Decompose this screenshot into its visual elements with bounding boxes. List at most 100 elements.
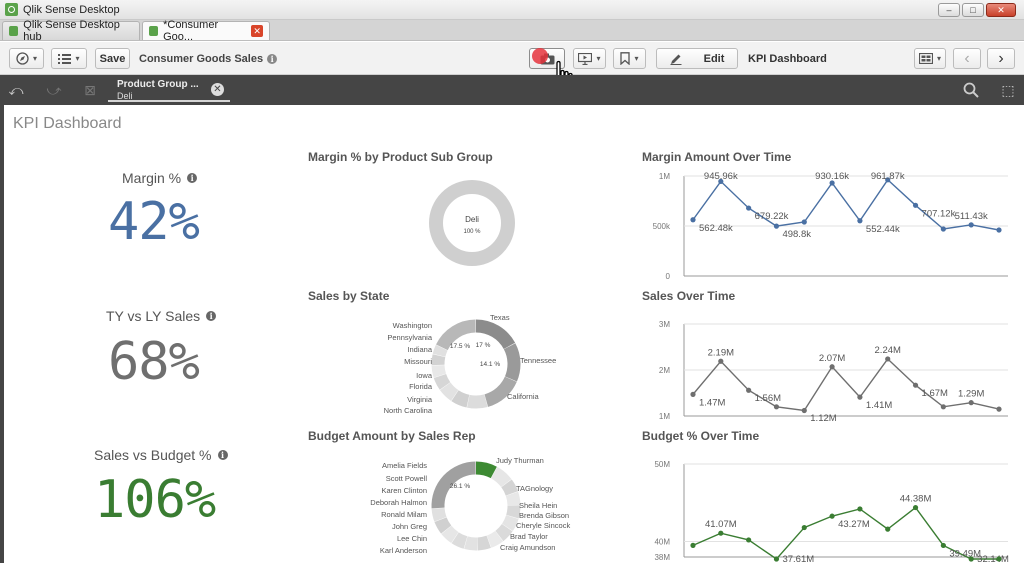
maximize-button[interactable]: □ bbox=[962, 3, 984, 17]
global-menu-button[interactable]: ▾ bbox=[51, 48, 87, 69]
data-point[interactable] bbox=[857, 218, 863, 224]
smart-search-selection-icon[interactable]: ⬚ bbox=[999, 81, 1017, 99]
donut-slice[interactable] bbox=[432, 344, 448, 357]
slice-label: Tennessee bbox=[520, 356, 556, 365]
margin-over-time-chart[interactable]: 0 500k 1M 562.48k 945.96k 679.22k 498.8k 930.16… bbox=[642, 170, 1014, 282]
data-point[interactable] bbox=[829, 364, 835, 370]
donut-slice[interactable] bbox=[431, 507, 447, 522]
data-point[interactable] bbox=[690, 217, 696, 223]
kpi-margin-label: Margin % i bbox=[122, 170, 198, 186]
kpi-sales-label: TY vs LY Sales i bbox=[106, 308, 217, 324]
data-point[interactable] bbox=[801, 219, 807, 225]
tab-hub[interactable]: Qlik Sense Desktop hub bbox=[2, 19, 140, 43]
donut-slice[interactable] bbox=[475, 461, 497, 479]
tab-consumer-goods[interactable]: *Consumer Goo... ✕ bbox=[142, 19, 270, 43]
minimize-button[interactable]: – bbox=[938, 3, 960, 17]
data-point[interactable] bbox=[773, 404, 780, 410]
data-point[interactable] bbox=[885, 356, 891, 362]
donut-slice[interactable] bbox=[434, 517, 452, 534]
data-point[interactable] bbox=[996, 556, 1002, 562]
data-point[interactable] bbox=[940, 404, 946, 410]
donut-slice[interactable] bbox=[495, 523, 513, 542]
donut-slice[interactable] bbox=[433, 373, 451, 390]
sales-over-time-chart[interactable]: 1M 2M 3M 1.47M 2.19M 1.56M 1.12M 2.07M 1.41M 2.24… bbox=[642, 318, 1014, 422]
data-point[interactable] bbox=[690, 542, 696, 548]
donut-slice[interactable] bbox=[501, 479, 519, 496]
sheet-title: KPI Dashboard bbox=[13, 115, 122, 132]
info-icon[interactable]: i bbox=[217, 450, 228, 460]
step-forward-icon[interactable]: ⤻ bbox=[45, 81, 63, 99]
sales-by-state-chart[interactable]: Washington Pennsylvania Indiana Missouri Iow… bbox=[370, 308, 580, 420]
donut-slice[interactable] bbox=[486, 530, 504, 548]
y-tick-label: 2M bbox=[659, 366, 670, 375]
data-point[interactable] bbox=[968, 400, 974, 406]
next-sheet-button[interactable]: › bbox=[987, 48, 1015, 69]
info-icon[interactable]: i bbox=[187, 173, 198, 183]
info-icon[interactable]: i bbox=[267, 54, 278, 64]
data-point[interactable] bbox=[912, 202, 919, 208]
donut-slice[interactable] bbox=[464, 536, 478, 551]
data-label: 1.47M bbox=[699, 397, 725, 408]
data-label: 562.48k bbox=[699, 223, 733, 234]
data-point[interactable] bbox=[968, 556, 974, 562]
data-label: 1.56M bbox=[755, 393, 781, 404]
navigation-menu-button[interactable]: ▾ bbox=[9, 48, 44, 69]
data-point[interactable] bbox=[690, 391, 696, 397]
selection-clear-icon[interactable]: ✕ bbox=[211, 83, 224, 96]
search-icon[interactable] bbox=[963, 82, 979, 98]
data-point[interactable] bbox=[773, 223, 780, 229]
bookmarks-button[interactable]: ▾ bbox=[613, 48, 646, 69]
data-point[interactable] bbox=[857, 394, 863, 400]
step-back-icon[interactable]: ⤺ bbox=[7, 81, 25, 99]
data-point[interactable] bbox=[857, 506, 863, 512]
data-point[interactable] bbox=[940, 226, 946, 232]
data-point[interactable] bbox=[912, 382, 919, 388]
data-point[interactable] bbox=[801, 524, 807, 531]
donut-slice[interactable] bbox=[501, 514, 519, 531]
qlik-tab-icon bbox=[9, 26, 19, 36]
clear-all-selections-icon[interactable]: ⊠ bbox=[81, 81, 99, 99]
sheets-button[interactable]: ▾ bbox=[914, 48, 946, 69]
info-icon[interactable]: i bbox=[206, 311, 217, 321]
data-point[interactable] bbox=[718, 358, 724, 364]
donut-slice[interactable] bbox=[503, 343, 521, 382]
data-point[interactable] bbox=[996, 227, 1002, 233]
data-point[interactable] bbox=[912, 504, 919, 511]
save-button[interactable]: Save bbox=[95, 48, 130, 69]
data-point[interactable] bbox=[968, 222, 974, 228]
donut-slice[interactable] bbox=[451, 532, 468, 549]
presentation-button[interactable]: ▾ bbox=[573, 48, 606, 69]
data-point[interactable] bbox=[718, 530, 724, 536]
close-window-button[interactable]: ✕ bbox=[986, 3, 1016, 17]
selection-chip[interactable]: Product Group ... Deli ✕ bbox=[108, 77, 230, 102]
data-point[interactable] bbox=[773, 556, 780, 562]
data-point[interactable] bbox=[885, 526, 891, 532]
donut-slice[interactable] bbox=[431, 364, 447, 378]
previous-sheet-button[interactable]: ‹ bbox=[953, 48, 981, 69]
donut-slice[interactable] bbox=[490, 466, 512, 488]
donut-slice[interactable] bbox=[451, 390, 470, 408]
data-point[interactable] bbox=[746, 205, 752, 211]
data-point[interactable] bbox=[940, 542, 946, 549]
donut-slice[interactable] bbox=[431, 354, 446, 366]
donut-slice[interactable] bbox=[466, 394, 488, 409]
budget-by-rep-chart[interactable]: Amelia Fields Scott Powell Karen Clinton De… bbox=[370, 450, 585, 560]
kpi-budget-value: 106% bbox=[94, 470, 216, 530]
data-point[interactable] bbox=[746, 537, 752, 543]
data-point[interactable] bbox=[746, 387, 752, 393]
data-point[interactable] bbox=[801, 407, 807, 414]
tab-close-icon[interactable]: ✕ bbox=[251, 25, 263, 37]
donut-slice[interactable] bbox=[477, 535, 491, 551]
data-point[interactable] bbox=[996, 406, 1002, 412]
donut-slice[interactable] bbox=[441, 525, 459, 543]
edit-button[interactable]: Edit bbox=[656, 48, 738, 69]
pencil-icon bbox=[670, 54, 682, 65]
donut-slice[interactable] bbox=[505, 491, 521, 506]
donut-slice[interactable] bbox=[506, 505, 521, 519]
margin-by-subgroup-chart[interactable]: Deli 100 % bbox=[420, 176, 524, 270]
y-tick-label: 0 bbox=[666, 272, 671, 281]
budget-over-time-chart[interactable]: 38M40M50M41.07M37.61M43.27M44.38M39.49M3… bbox=[642, 458, 1014, 563]
donut-slice[interactable] bbox=[439, 382, 459, 401]
data-point[interactable] bbox=[829, 513, 835, 519]
data-label: 2.07M bbox=[819, 353, 845, 364]
